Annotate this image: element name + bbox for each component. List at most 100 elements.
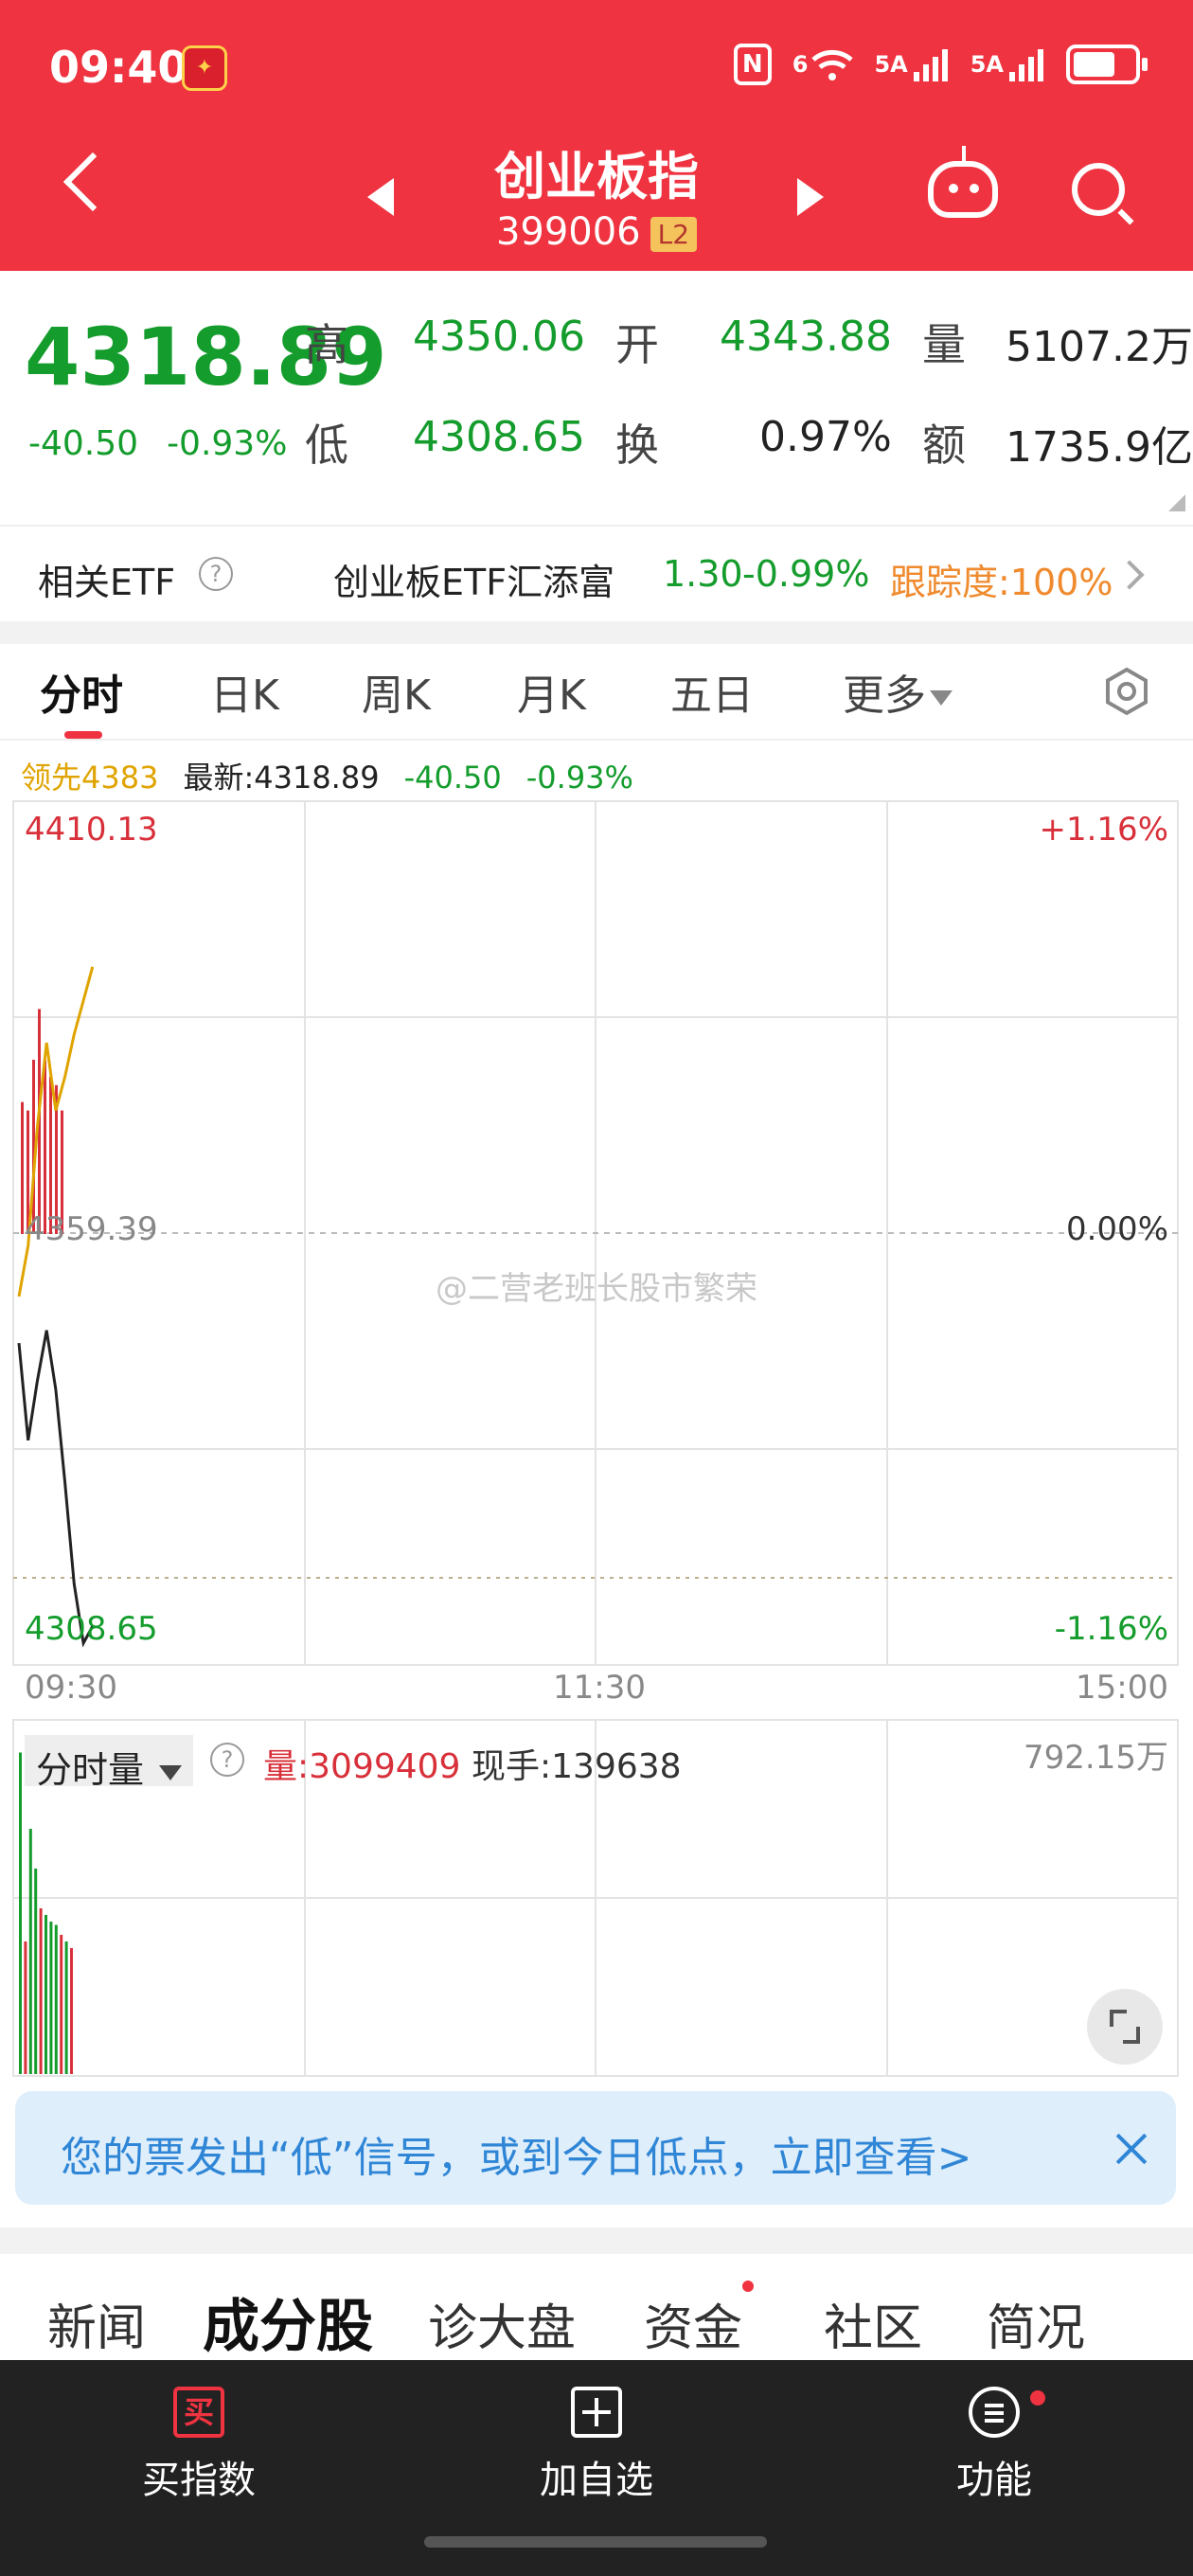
volume-indicator-select[interactable]: 分时量 [25, 1735, 194, 1791]
watermark: @二营老班长股市繁荣 [436, 1270, 757, 1308]
level2-badge[interactable]: L2 [650, 216, 698, 252]
tab-community[interactable]: 社区 [824, 2288, 922, 2359]
add-watchlist-button[interactable]: 加自选 [483, 2387, 710, 2504]
x-label-open: 09:30 [25, 1669, 117, 1707]
section-gap [0, 621, 1193, 644]
status-icons: N 6 5A 5A [733, 44, 1148, 85]
volume-bar [60, 1935, 63, 2074]
price-grid [12, 800, 1179, 1666]
pct-mid-label: 0.00% [1065, 1210, 1168, 1248]
newest-price: 最新:4318.89 [183, 760, 380, 796]
volume-bar [34, 1869, 38, 2074]
tab-week-k[interactable]: 周K [362, 661, 431, 722]
wifi-generation-label: 6 [792, 51, 809, 78]
tab-news[interactable]: 新闻 [47, 2288, 146, 2359]
chart-tabs: 分时 日K 周K 月K 五日 更多 [0, 644, 1193, 739]
change-percent: -0.93% [167, 424, 288, 463]
quote-panel: 4318.89 -40.50 -0.93% 高 4350.06 开 4343.88… [0, 271, 1193, 523]
functions-label: 功能 [956, 2459, 1032, 2502]
related-etf-row[interactable]: 相关ETF ? 创业板ETF汇添富 1.30 -0.99% 跟踪度:100% [0, 527, 1193, 621]
fullscreen-expand-icon[interactable] [1087, 1989, 1163, 2065]
buy-index-button[interactable]: 买 买指数 [85, 2387, 312, 2504]
add-watchlist-label: 加自选 [540, 2459, 653, 2502]
signal-icon-2: 5A [970, 44, 1045, 85]
help-icon[interactable]: ? [199, 557, 233, 591]
turnover-label: 换 [615, 420, 659, 471]
tab-constituents[interactable]: 成分股 [203, 2281, 373, 2363]
volume-bar [39, 1908, 43, 2074]
chart-marks [17, 966, 95, 2074]
header: 09:40 ✦ N 6 5A 5A 创业板指 399006 L2 [0, 0, 1193, 271]
buy-index-label: 买指数 [142, 2459, 256, 2502]
open-label: 开 [615, 319, 659, 370]
status-time: 09:40 [49, 42, 188, 93]
search-icon[interactable] [1072, 163, 1125, 216]
functions-button[interactable]: 功能 [881, 2387, 1108, 2504]
back-icon[interactable] [62, 152, 123, 212]
price-change: -40.50 -0.93% [28, 424, 287, 463]
newest-change: -40.50 [403, 760, 502, 796]
page-title: 创业板指 [494, 147, 699, 206]
amount-label: 额 [922, 420, 966, 471]
buy-sell-bar [44, 1059, 46, 1234]
tab-funds[interactable]: 资金 [644, 2288, 742, 2359]
amount-value: 1735.9亿 [1006, 423, 1193, 472]
section-gap [0, 2227, 1193, 2254]
battery-icon [1066, 44, 1148, 85]
settings-icon[interactable] [1102, 667, 1151, 716]
prev-stock-icon[interactable] [367, 178, 394, 216]
chevron-right-icon[interactable] [1114, 560, 1145, 590]
signal-label-2: 5A [970, 51, 1004, 78]
app-badge-icon: ✦ [182, 45, 227, 91]
volume-bar [54, 1924, 58, 2074]
banner-text[interactable]: 您的票发出“低”信号，或到今日低点，立即查看> [61, 2123, 971, 2184]
volume-total: 量:3099409 [263, 1747, 461, 1786]
chart-info-line: 领先4383 最新:4318.89 -40.50 -0.93% [21, 754, 633, 797]
signal-banner[interactable]: 您的票发出“低”信号，或到今日低点，立即查看> [15, 2091, 1176, 2205]
volume-bar [64, 1941, 68, 2074]
low-value: 4308.65 [413, 413, 585, 461]
tab-month-k[interactable]: 月K [517, 661, 586, 722]
volume-value: 5107.2万 [1006, 323, 1193, 371]
expand-quote-corner-icon[interactable] [1168, 494, 1185, 511]
tab-more-label: 更多 [843, 671, 926, 720]
y-top-label: 4410.13 [25, 811, 158, 849]
volume-bar [70, 1948, 73, 2074]
nfc-icon: N [733, 44, 772, 85]
notification-dot [1030, 2390, 1045, 2406]
high-value: 4350.06 [413, 313, 585, 361]
etf-price: 1.30 [663, 553, 743, 595]
tab-day-k[interactable]: 日K [210, 661, 279, 722]
tab-active-indicator [64, 731, 102, 739]
related-etf-label: 相关ETF [38, 562, 176, 603]
caret-down-icon [159, 1764, 183, 1780]
x-label-noon: 11:30 [553, 1669, 646, 1707]
newest-change-percent: -0.93% [525, 760, 633, 796]
signal-icon-1: 5A [874, 44, 949, 85]
home-indicator[interactable] [424, 2536, 767, 2548]
tab-more[interactable]: 更多 [843, 661, 953, 722]
tab-minute[interactable]: 分时 [40, 661, 123, 722]
menu-icon [969, 2387, 1020, 2438]
next-stock-icon[interactable] [797, 178, 824, 216]
divider [0, 739, 1193, 741]
stock-code: 399006 [495, 210, 641, 254]
volume-help-icon[interactable]: ? [210, 1743, 244, 1777]
tab-five-day[interactable]: 五日 [670, 661, 754, 722]
robot-assistant-icon[interactable] [928, 146, 998, 218]
volume-max-label: 792.15万 [1024, 1739, 1168, 1777]
wifi-icon: 6 [792, 44, 854, 85]
stock-code-row: 399006 L2 [407, 210, 786, 254]
add-icon [571, 2387, 622, 2438]
open-value: 4343.88 [720, 313, 892, 361]
y-bottom-label: 4308.65 [25, 1610, 158, 1648]
close-icon[interactable] [1113, 2131, 1149, 2167]
volume-bar [24, 1941, 27, 2074]
volume-bar [28, 1829, 32, 2074]
etf-tracking: 跟踪度:100% [890, 562, 1113, 603]
volume-indicator-label: 分时量 [36, 1749, 145, 1791]
tab-market-diagnosis[interactable]: 诊大盘 [428, 2288, 576, 2359]
notification-dot [742, 2281, 754, 2292]
pct-top-label: +1.16% [1039, 811, 1169, 849]
intraday-chart[interactable]: @二营老班长股市繁荣 [0, 796, 1193, 2084]
